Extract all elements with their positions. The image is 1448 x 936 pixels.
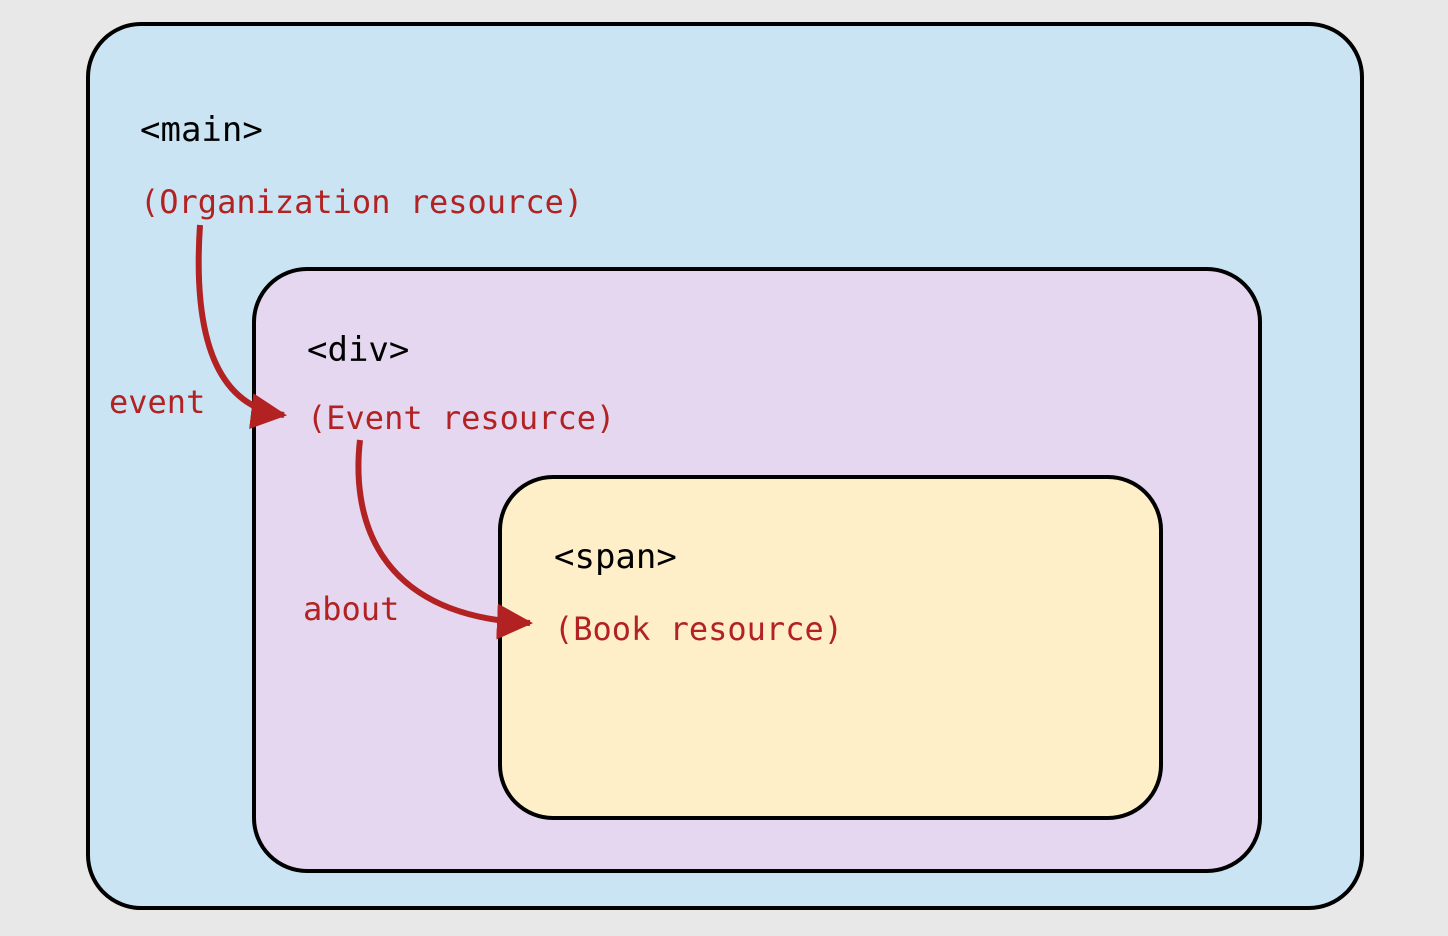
tag-main: <main> [140, 110, 263, 150]
nested-resource-diagram: <main> <div> <span> (Organization resour… [0, 0, 1448, 936]
resource-div: (Event resource) [307, 399, 615, 437]
edge-label-about: about [303, 590, 399, 628]
edge-label-event: event [109, 383, 205, 421]
resource-span: (Book resource) [554, 610, 843, 648]
tag-span: <span> [554, 537, 677, 577]
resource-main: (Organization resource) [140, 183, 583, 221]
tag-div: <div> [307, 330, 409, 370]
